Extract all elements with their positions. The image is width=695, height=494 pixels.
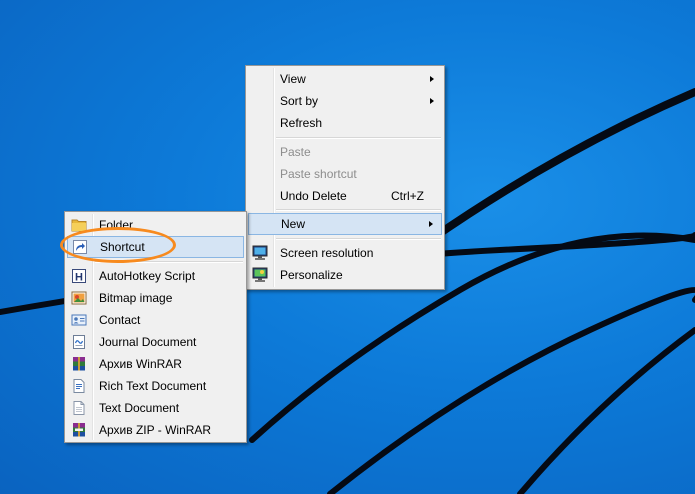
menu-item-label: Архив ZIP - WinRAR [99, 423, 212, 437]
new-item-bitmap-image[interactable]: Bitmap image [67, 287, 244, 309]
winrar-icon [71, 356, 87, 372]
contact-icon [71, 312, 87, 328]
menu-item-label: Paste [280, 145, 311, 159]
menu-item-personalize[interactable]: Personalize [248, 264, 442, 286]
menu-item-sort-by[interactable]: Sort by [248, 90, 442, 112]
annotation-highlight-circle [60, 227, 176, 263]
rich-text-icon [71, 378, 87, 394]
menu-item-label: Paste shortcut [280, 167, 357, 181]
menu-item-label: Contact [99, 313, 141, 327]
menu-item-label: Refresh [280, 116, 323, 130]
menu-separator [276, 209, 441, 211]
menu-item-label: Personalize [280, 268, 343, 282]
new-item-winrar-zip-archive[interactable]: Архив ZIP - WinRAR [67, 419, 244, 441]
menu-separator [276, 137, 441, 139]
menu-item-label: Архив WinRAR [99, 357, 182, 371]
menu-item-label: Bitmap image [99, 291, 173, 305]
menu-item-label: Sort by [280, 94, 319, 108]
submenu-arrow-icon [429, 221, 433, 227]
menu-item-paste-shortcut[interactable]: Paste shortcut [248, 163, 442, 185]
menu-item-view[interactable]: View [248, 68, 442, 90]
menu-item-label: Rich Text Document [99, 379, 207, 393]
menu-item-label: Journal Document [99, 335, 197, 349]
menu-item-paste[interactable]: Paste [248, 141, 442, 163]
menu-item-label: Undo Delete [280, 189, 347, 203]
menu-item-new[interactable]: New [248, 213, 442, 235]
menu-item-label: View [280, 72, 306, 86]
new-item-contact[interactable]: Contact [67, 309, 244, 331]
menu-item-label: Text Document [99, 401, 180, 415]
screen-resolution-icon [252, 245, 268, 261]
bitmap-icon [71, 290, 87, 306]
text-document-icon [71, 400, 87, 416]
new-item-winrar-archive[interactable]: Архив WinRAR [67, 353, 244, 375]
menu-separator [276, 238, 441, 240]
menu-item-refresh[interactable]: Refresh [248, 112, 442, 134]
menu-item-label: New [281, 217, 306, 231]
menu-item-label: AutoHotkey Script [99, 269, 196, 283]
submenu-arrow-icon [430, 76, 434, 82]
svg-text:H: H [75, 272, 83, 284]
menu-item-shortcut: Ctrl+Z [391, 189, 424, 203]
menu-item-screen-resolution[interactable]: Screen resolution [248, 242, 442, 264]
menu-item-undo-delete[interactable]: Undo Delete Ctrl+Z [248, 185, 442, 207]
journal-icon [71, 334, 87, 350]
autohotkey-icon: H [71, 268, 87, 284]
submenu-arrow-icon [430, 98, 434, 104]
menu-item-label: Screen resolution [280, 246, 374, 260]
desktop-context-menu: View Sort by Refresh Paste Paste shortcu… [245, 65, 445, 290]
new-item-autohotkey-script[interactable]: H AutoHotkey Script [67, 265, 244, 287]
winrar-zip-icon [71, 422, 87, 438]
personalize-icon [252, 267, 268, 283]
new-item-rich-text-document[interactable]: Rich Text Document [67, 375, 244, 397]
new-item-journal-document[interactable]: Journal Document [67, 331, 244, 353]
new-item-text-document[interactable]: Text Document [67, 397, 244, 419]
